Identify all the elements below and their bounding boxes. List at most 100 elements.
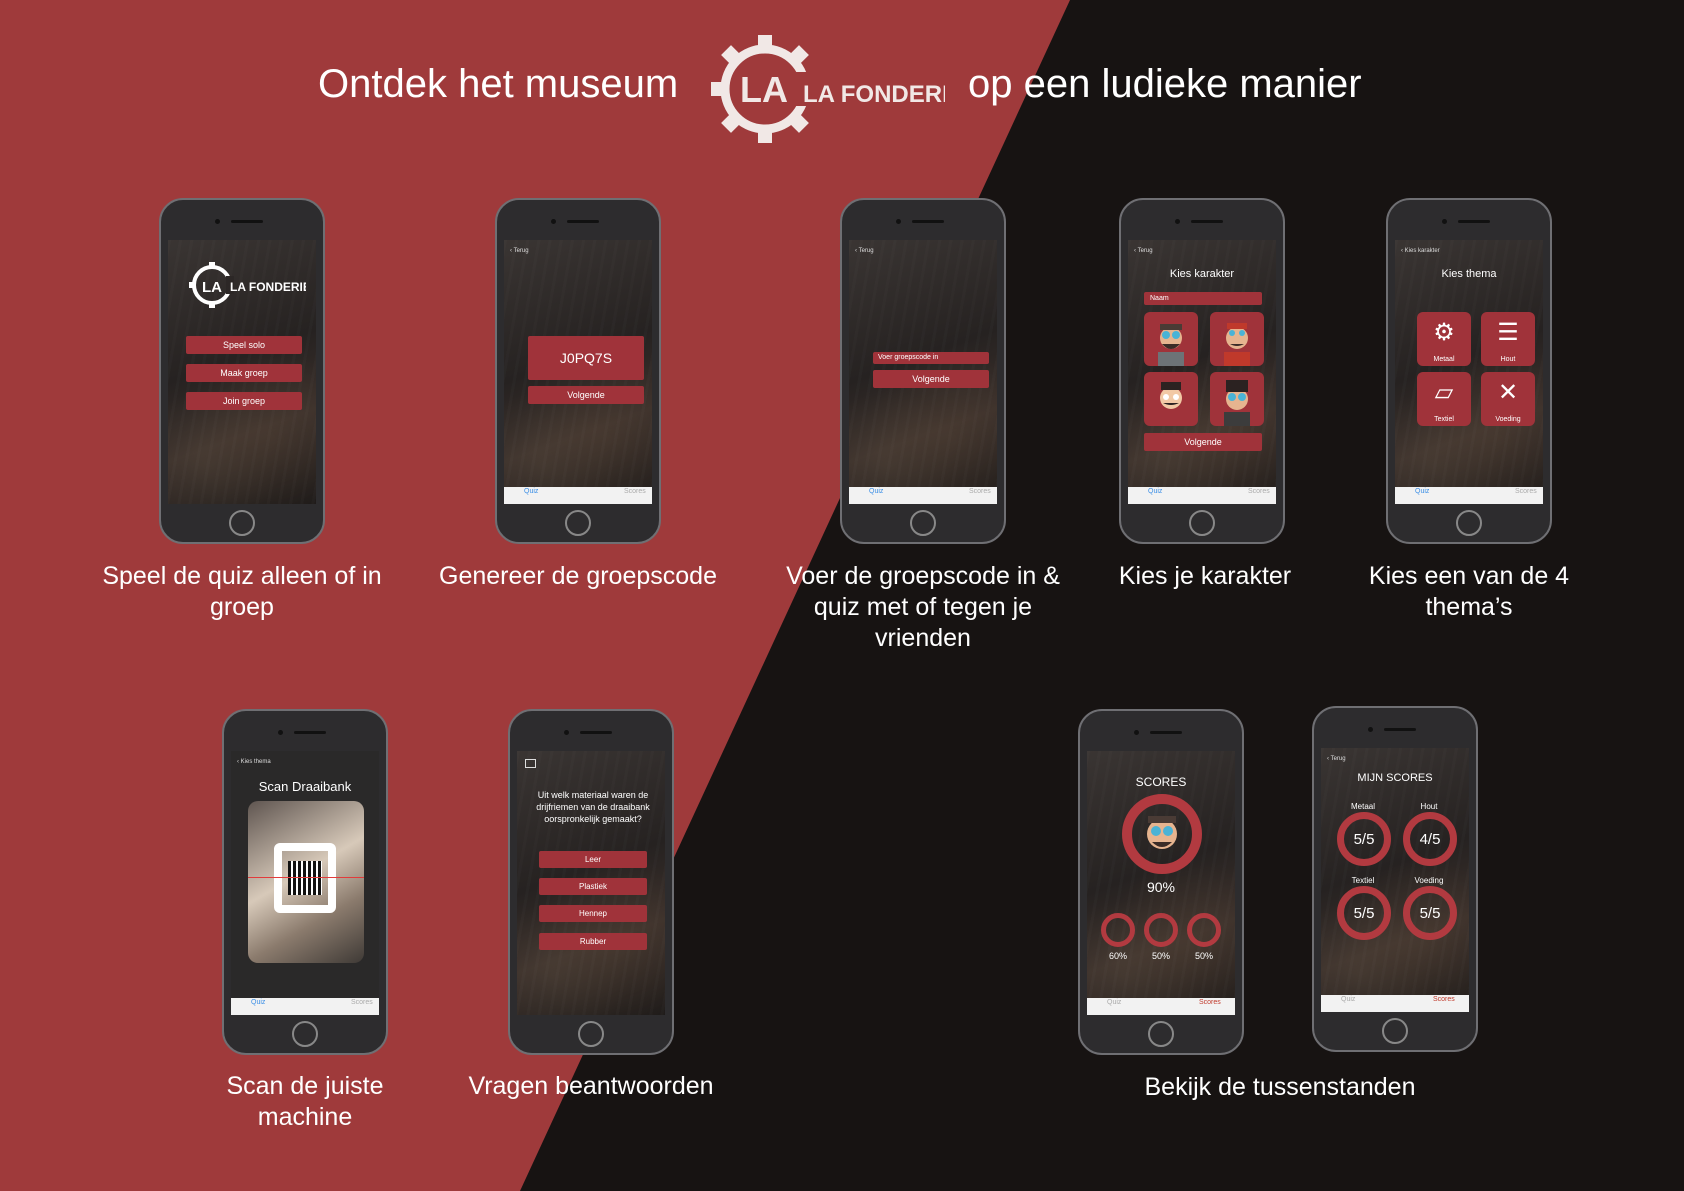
caption-group-code: Genereer de groepscode — [439, 562, 717, 590]
logo-wordmark: LA FONDERIE — [803, 81, 945, 108]
svg-text:LA: LA — [740, 69, 788, 110]
back-button[interactable]: ‹ Terug — [1327, 756, 1346, 762]
volgende-button[interactable]: Volgende — [528, 386, 644, 404]
speel-solo-button[interactable]: Speel solo — [186, 336, 302, 354]
group-code-input[interactable]: Voer groepscode in — [873, 352, 989, 364]
friend-score-ring — [1187, 913, 1221, 947]
back-button[interactable]: ‹ Kies thema — [237, 759, 271, 765]
theme-label: Metaal — [1350, 802, 1375, 811]
back-button[interactable]: ‹ Terug — [510, 248, 529, 254]
log-icon: ☰ — [1497, 319, 1519, 346]
tab-quiz[interactable]: Quiz — [869, 488, 883, 495]
screen-title: Kies karakter — [1169, 268, 1235, 280]
screen-scan: ‹ Kies thema Scan Draaibank Quiz Scores — [231, 751, 379, 1015]
answer-button[interactable]: Hennep — [539, 905, 647, 922]
home-button[interactable] — [910, 510, 936, 536]
answer-button[interactable]: Rubber — [539, 933, 647, 950]
character-option[interactable] — [1210, 312, 1264, 366]
screen-title: SCORES — [1135, 775, 1187, 789]
headline-right: op een ludieke manier — [968, 62, 1362, 106]
tab-quiz[interactable]: Quiz — [524, 488, 538, 495]
caption-question: Vragen beantwoorden — [468, 1072, 714, 1100]
tab-quiz[interactable]: Quiz — [1415, 488, 1429, 495]
screen-title: Scan Draaibank — [258, 779, 352, 794]
friend-score-ring — [1101, 913, 1135, 947]
screen-title: MIJN SCORES — [1357, 772, 1433, 784]
main-score-ring — [1122, 794, 1202, 874]
tab-scores[interactable]: Scores — [624, 488, 646, 495]
group-code-display: J0PQ7S — [528, 336, 644, 380]
screen-group-code: ‹ Terug J0PQ7S Volgende Quiz Scores — [504, 240, 652, 504]
character-option[interactable] — [1144, 372, 1198, 426]
home-button[interactable] — [1189, 510, 1215, 536]
theme-score-ring: 4/5 — [1403, 812, 1457, 866]
phone-scores: SCORES 90% 60% 50% 50% Quiz Scores — [1078, 709, 1244, 1055]
tab-scores[interactable]: Scores — [1433, 996, 1455, 1003]
home-button[interactable] — [1148, 1021, 1174, 1047]
exit-icon[interactable] — [525, 759, 536, 768]
tab-scores[interactable]: Scores — [351, 999, 373, 1006]
answer-button[interactable]: Plastiek — [539, 878, 647, 895]
back-button[interactable]: ‹ Kies karakter — [1401, 248, 1440, 254]
camera-viewfinder[interactable] — [248, 801, 364, 963]
phone-start-screen: LA LA FONDERIE Speel solo Maak groep Joi… — [159, 198, 325, 544]
volgende-button[interactable]: Volgende — [1144, 433, 1262, 451]
home-button[interactable] — [565, 510, 591, 536]
phone-question: Uit welk materiaal waren de drijfriemen … — [508, 709, 674, 1055]
screen-theme: ‹ Kies karakter Kies thema ⚙ Metaal ☰ Ho… — [1395, 240, 1543, 504]
theme-score-ring: 5/5 — [1337, 812, 1391, 866]
screen-my-scores: ‹ Terug MIJN SCORES Metaal 5/5 Hout 4/5 … — [1321, 748, 1469, 1012]
tab-quiz[interactable]: Quiz — [251, 999, 265, 1006]
tab-scores[interactable]: Scores — [969, 488, 991, 495]
phone-character: ‹ Terug Kies karakter Naam Volgende Quiz… — [1119, 198, 1285, 544]
friend-score-percent: 50% — [1151, 951, 1170, 961]
answer-button[interactable]: Leer — [539, 851, 647, 868]
cutlery-icon: ✕ — [1497, 379, 1519, 406]
tab-bar: Quiz Scores — [849, 487, 997, 504]
caption-start: Speel de quiz alleen of in groep — [102, 562, 382, 621]
character-option[interactable] — [1210, 372, 1264, 426]
theme-hout-tile[interactable]: ☰ Hout — [1481, 312, 1535, 366]
gear-icon: ⚙ — [1433, 319, 1455, 346]
join-groep-button[interactable]: Join groep — [186, 392, 302, 410]
tab-scores[interactable]: Scores — [1248, 488, 1270, 495]
svg-text:LA: LA — [202, 279, 222, 296]
friend-score-ring — [1144, 913, 1178, 947]
back-button[interactable]: ‹ Terug — [855, 248, 874, 254]
screen-start: LA LA FONDERIE Speel solo Maak groep Joi… — [168, 240, 316, 504]
question-text: Uit welk materiaal waren de drijfriemen … — [536, 790, 650, 824]
home-button[interactable] — [1382, 1018, 1408, 1044]
name-input[interactable]: Naam — [1144, 292, 1262, 305]
tab-quiz[interactable]: Quiz — [1148, 488, 1162, 495]
theme-textiel-tile[interactable]: ▱ Textiel — [1417, 372, 1471, 426]
character-option[interactable] — [1144, 312, 1198, 366]
back-button[interactable]: ‹ Terug — [1134, 248, 1153, 254]
screen-scores: SCORES 90% 60% 50% 50% Quiz Scores — [1087, 751, 1235, 1015]
home-button[interactable] — [229, 510, 255, 536]
friend-score-percent: 60% — [1108, 951, 1127, 961]
tab-quiz[interactable]: Quiz — [1341, 996, 1355, 1003]
home-button[interactable] — [578, 1021, 604, 1047]
phone-enter-code: ‹ Terug Voer groepscode in Volgende Quiz… — [840, 198, 1006, 544]
phone-group-code: ‹ Terug J0PQ7S Volgende Quiz Scores — [495, 198, 661, 544]
player-avatar-icon — [1147, 816, 1177, 849]
friend-score-percent: 50% — [1194, 951, 1213, 961]
home-button[interactable] — [1456, 510, 1482, 536]
fabric-icon: ▱ — [1434, 379, 1454, 406]
theme-label: Voeding — [1414, 876, 1444, 885]
theme-voeding-tile[interactable]: ✕ Voeding — [1481, 372, 1535, 426]
home-button[interactable] — [292, 1021, 318, 1047]
caption-theme: Kies een van de 4 thema’s — [1368, 562, 1570, 621]
screen-question: Uit welk materiaal waren de drijfriemen … — [517, 751, 665, 1015]
tab-bar: Quiz Scores — [504, 487, 652, 504]
la-fonderie-logo: LA LA FONDERIE — [711, 35, 945, 143]
theme-metaal-tile[interactable]: ⚙ Metaal — [1417, 312, 1471, 366]
tab-bar: Quiz Scores — [1087, 998, 1235, 1015]
theme-score-ring: 5/5 — [1337, 886, 1391, 940]
character-avatar-icon — [1158, 324, 1184, 366]
tab-quiz[interactable]: Quiz — [1107, 999, 1121, 1006]
tab-scores[interactable]: Scores — [1515, 488, 1537, 495]
tab-scores[interactable]: Scores — [1199, 999, 1221, 1006]
maak-groep-button[interactable]: Maak groep — [186, 364, 302, 382]
volgende-button[interactable]: Volgende — [873, 370, 989, 388]
